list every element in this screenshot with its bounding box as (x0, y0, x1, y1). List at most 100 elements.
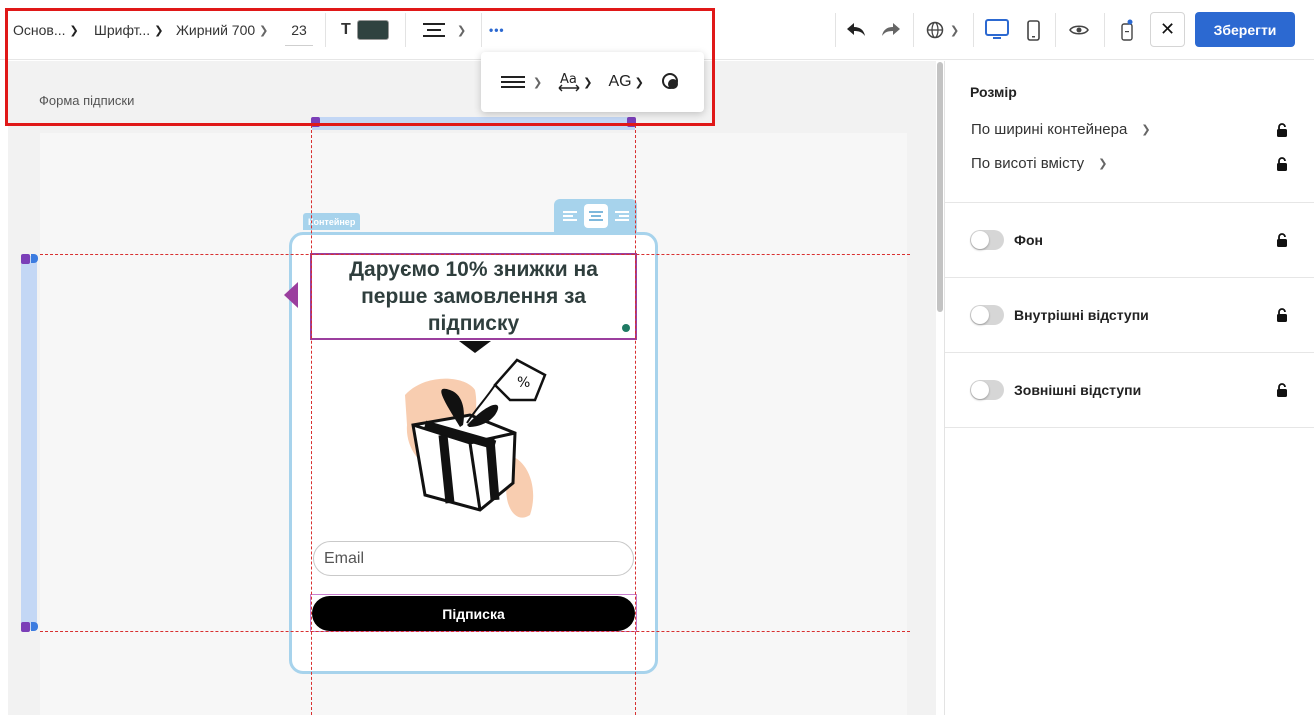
width-mode-label: По ширині контейнера (971, 121, 1128, 138)
chevron-down-icon: ❯ (259, 24, 269, 37)
mobile-view-button[interactable] (1027, 0, 1040, 60)
language-select[interactable]: ❯ (926, 0, 959, 60)
toolbar-divider (835, 13, 836, 47)
svg-text:%: % (517, 375, 530, 391)
style-select-label: Основ... (13, 22, 66, 38)
top-toolbar: Основ... ❯ Шрифт... ❯ Жирний 700 ❯ 23 T … (0, 0, 1314, 60)
padding-label: Внутрішні відступи (1014, 307, 1149, 323)
text-align-select[interactable]: ❯ (423, 0, 466, 60)
section-divider (945, 427, 1314, 428)
lock-icon[interactable] (1276, 157, 1288, 171)
chevron-down-icon: ❯ (1141, 124, 1151, 136)
left-resize-bar[interactable] (21, 256, 37, 630)
undo-button[interactable] (846, 0, 866, 60)
toolbar-divider (1055, 13, 1056, 47)
undo-icon (847, 23, 865, 36)
height-mode-label: По висоті вмісту (971, 155, 1085, 172)
toolbar-divider (405, 13, 406, 47)
align-right-button[interactable] (609, 204, 633, 228)
chevron-down-icon: ❯ (634, 76, 644, 89)
color-swatch (356, 20, 389, 40)
mobile-settings-icon (1121, 19, 1133, 41)
section-divider (945, 352, 1314, 353)
more-options-button[interactable]: ••• (489, 0, 505, 60)
text-case-select[interactable]: AG ❯ (608, 73, 643, 91)
resize-handle[interactable] (31, 254, 38, 263)
text-color-picker[interactable]: T (341, 0, 389, 60)
desktop-icon (985, 19, 1009, 39)
text-shadow-button[interactable] (660, 72, 682, 92)
weight-select-label: Жирний 700 (176, 22, 256, 38)
width-mode-select[interactable]: По ширині контейнера ❯ (971, 121, 1151, 138)
lock-icon[interactable] (1276, 383, 1288, 397)
top-resize-bar[interactable] (312, 117, 635, 130)
lock-icon[interactable] (1276, 123, 1288, 137)
guide-line (40, 631, 910, 632)
lock-icon[interactable] (1276, 308, 1288, 322)
lock-icon[interactable] (1276, 233, 1288, 247)
subscribe-button[interactable]: Підписка (312, 596, 635, 631)
letter-spacing-select[interactable]: Aa ❯ (558, 71, 592, 93)
resize-handle[interactable] (21, 254, 30, 264)
globe-icon (926, 21, 944, 39)
section-divider (945, 277, 1314, 278)
line-height-select[interactable]: ❯ (501, 76, 542, 89)
align-left-button[interactable] (559, 204, 583, 228)
font-size-input[interactable]: 23 (285, 14, 313, 46)
margin-toggle[interactable] (970, 380, 1004, 400)
save-button[interactable]: Зберегти (1195, 12, 1295, 47)
canvas-scrollbar-thumb[interactable] (937, 62, 943, 312)
background-toggle[interactable] (970, 230, 1004, 250)
preview-button[interactable] (1069, 0, 1089, 60)
weight-select[interactable]: Жирний 700 ❯ (176, 0, 268, 60)
alignment-group (554, 199, 637, 232)
svg-text:Aa: Aa (560, 72, 577, 87)
toolbar-divider (1104, 13, 1105, 47)
text-options-popup: ❯ Aa ❯ AG ❯ (481, 52, 704, 112)
close-button[interactable]: ✕ (1150, 12, 1185, 47)
resize-dot[interactable] (622, 324, 630, 332)
text-color-label: T (341, 21, 351, 38)
toolbar-divider (973, 13, 974, 47)
chevron-down-icon: ❯ (533, 76, 543, 89)
chevron-down-icon: ❯ (583, 76, 593, 89)
style-select[interactable]: Основ... ❯ (13, 0, 79, 60)
size-section-title: Розмір (970, 84, 1017, 100)
desktop-view-button[interactable] (985, 0, 1009, 60)
guide-line (311, 125, 312, 715)
element-pointer (459, 341, 491, 353)
resize-handle[interactable] (31, 622, 38, 631)
align-center-button[interactable] (583, 203, 608, 228)
page-label: Форма підписки (39, 93, 135, 108)
mobile-icon (1027, 19, 1040, 41)
line-height-icon (501, 76, 525, 88)
chevron-down-icon: ❯ (950, 24, 960, 37)
headline-text[interactable]: Даруємо 10% знижки на перше замовлення з… (310, 253, 637, 340)
font-select[interactable]: Шрифт... ❯ (94, 0, 163, 60)
background-label: Фон (1014, 232, 1043, 248)
text-case-label: AG (608, 73, 632, 90)
chevron-down-icon: ❯ (1098, 158, 1108, 170)
margin-label: Зовнішні відступи (1014, 382, 1142, 398)
toolbar-divider (325, 13, 326, 47)
padding-toggle[interactable] (970, 305, 1004, 325)
resize-handle[interactable] (311, 117, 320, 127)
height-mode-select[interactable]: По висоті вмісту ❯ (971, 155, 1107, 172)
chevron-down-icon: ❯ (69, 24, 79, 37)
chevron-down-icon: ❯ (457, 24, 467, 37)
element-collapse-arrow[interactable] (284, 282, 298, 308)
redo-icon (882, 23, 900, 36)
email-field[interactable]: Email (313, 541, 634, 576)
letter-spacing-icon: Aa (558, 72, 580, 92)
text-shadow-icon (661, 73, 678, 89)
eye-icon (1069, 25, 1089, 35)
panel-divider (944, 61, 945, 715)
toolbar-divider (481, 13, 482, 47)
guide-line (40, 254, 910, 255)
gift-illustration: % (405, 358, 547, 518)
section-divider (945, 202, 1314, 203)
device-settings-button[interactable] (1120, 0, 1134, 60)
redo-button[interactable] (881, 0, 901, 60)
font-select-label: Шрифт... (94, 22, 151, 38)
resize-handle[interactable] (21, 622, 30, 632)
